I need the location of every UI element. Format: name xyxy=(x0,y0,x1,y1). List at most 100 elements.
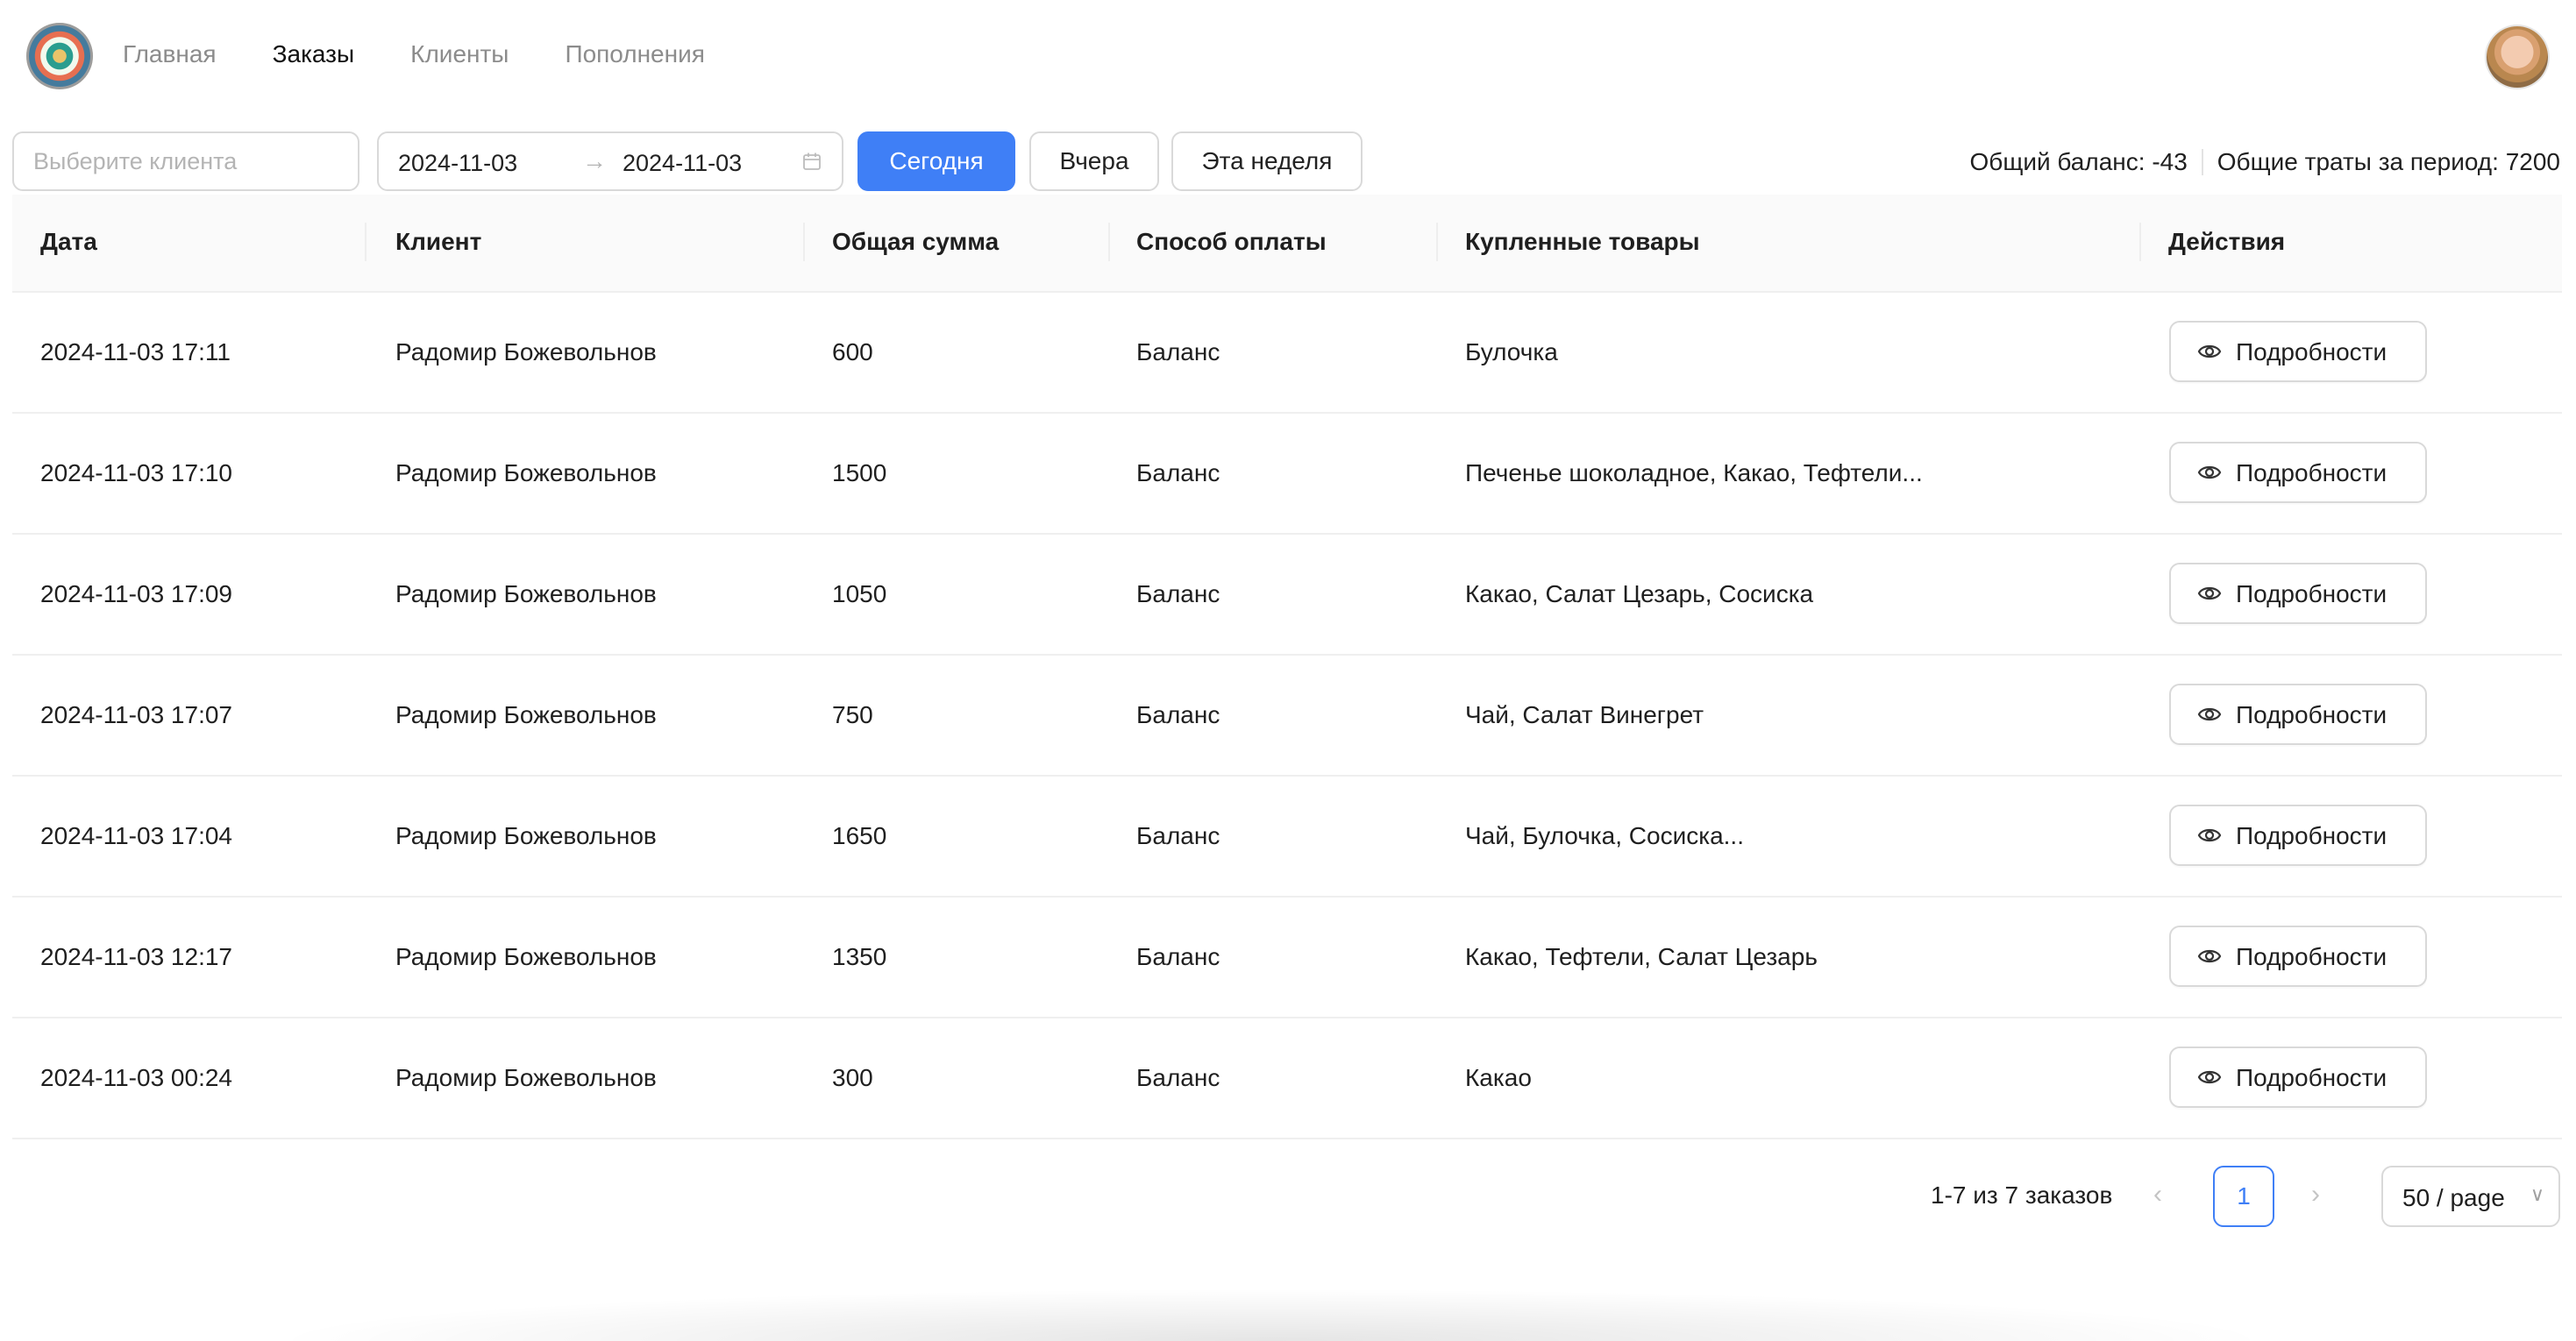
details-button[interactable]: Подробности xyxy=(2169,563,2427,624)
details-button[interactable]: Подробности xyxy=(2169,442,2427,503)
cell-payment: Баланс xyxy=(1136,459,1220,486)
cell-items: Какао, Салат Цезарь, Сосиска xyxy=(1465,580,1814,607)
column-header-client: Клиент xyxy=(395,228,482,255)
today-button[interactable]: Сегодня xyxy=(857,131,1015,191)
calendar-icon[interactable] xyxy=(801,151,822,172)
eye-icon xyxy=(2197,707,2222,721)
details-button[interactable]: Подробности xyxy=(2169,805,2427,866)
pagination-info: 1-7 из 7 заказов xyxy=(1931,1181,2113,1209)
top-navigation: Главная Заказы Клиенты Пополнения xyxy=(0,0,2576,114)
details-button-label: Подробности xyxy=(2236,701,2387,728)
cell-date: 2024-11-03 17:04 xyxy=(40,822,232,849)
total-balance: Общий баланс: -43 xyxy=(1969,148,2188,175)
cell-payment: Баланс xyxy=(1136,338,1220,365)
cell-payment: Баланс xyxy=(1136,1064,1220,1091)
prev-page-icon[interactable]: ‹ xyxy=(2153,1180,2162,1210)
cell-items: Печенье шоколадное, Какао, Тефтели... xyxy=(1465,459,1923,486)
date-to[interactable]: 2024-11-03 xyxy=(623,150,742,177)
details-button-label: Подробности xyxy=(2236,338,2387,365)
column-divider xyxy=(803,223,805,261)
cell-items: Какао xyxy=(1465,1064,1532,1091)
period-spend: Общие траты за период: 7200 xyxy=(2217,148,2560,175)
user-avatar[interactable] xyxy=(2487,26,2548,88)
column-divider xyxy=(2139,223,2141,261)
eye-icon xyxy=(2197,586,2222,600)
column-divider xyxy=(1108,223,1110,261)
cell-date: 2024-11-03 17:10 xyxy=(40,459,232,486)
cell-items: Булочка xyxy=(1465,338,1558,365)
range-arrow-icon: → xyxy=(582,147,607,174)
eye-icon xyxy=(2197,465,2222,479)
nav-item-topups[interactable]: Пополнения xyxy=(565,40,704,68)
cell-total: 750 xyxy=(832,701,873,728)
column-divider xyxy=(365,223,366,261)
column-divider xyxy=(1436,223,1438,261)
cell-client: Радомир Божевольнов xyxy=(395,701,657,728)
details-button[interactable]: Подробности xyxy=(2169,1047,2427,1108)
details-button-label: Подробности xyxy=(2236,459,2387,486)
details-button[interactable]: Подробности xyxy=(2169,926,2427,987)
eye-icon xyxy=(2197,949,2222,963)
table-row: 2024-11-03 00:24 Радомир Божевольнов 300… xyxy=(12,1018,2562,1139)
cell-items: Какао, Тефтели, Салат Цезарь xyxy=(1465,943,1818,970)
logo[interactable] xyxy=(26,23,93,89)
cell-payment: Баланс xyxy=(1136,822,1220,849)
bottom-shadow xyxy=(263,1288,2280,1341)
cell-client: Радомир Божевольнов xyxy=(395,338,657,365)
table-row: 2024-11-03 17:10 Радомир Божевольнов 150… xyxy=(12,414,2562,535)
date-range-picker[interactable]: 2024-11-03 → 2024-11-03 xyxy=(377,131,843,191)
yesterday-button[interactable]: Вчера xyxy=(1029,131,1159,191)
this-week-button[interactable]: Эта неделя xyxy=(1171,131,1363,191)
details-button-label: Подробности xyxy=(2236,822,2387,849)
cell-client: Радомир Божевольнов xyxy=(395,822,657,849)
table-row: 2024-11-03 17:09 Радомир Божевольнов 105… xyxy=(12,535,2562,656)
cell-total: 1500 xyxy=(832,459,887,486)
nav-item-orders[interactable]: Заказы xyxy=(273,40,355,68)
cell-payment: Баланс xyxy=(1136,580,1220,607)
column-header-items: Купленные товары xyxy=(1465,228,1700,255)
details-button[interactable]: Подробности xyxy=(2169,684,2427,745)
eye-icon xyxy=(2197,344,2222,358)
summary-divider xyxy=(2201,149,2203,175)
eye-icon xyxy=(2197,828,2222,842)
table-header: Дата Клиент Общая сумма Способ оплаты Ку… xyxy=(12,195,2562,293)
cell-total: 300 xyxy=(832,1064,873,1091)
cell-payment: Баланс xyxy=(1136,943,1220,970)
cell-total: 1650 xyxy=(832,822,887,849)
chevron-down-icon: ∨ xyxy=(2530,1183,2544,1205)
page-size-select[interactable]: 50 / page ∨ xyxy=(2381,1166,2560,1227)
table-row: 2024-11-03 17:04 Радомир Божевольнов 165… xyxy=(12,777,2562,898)
cell-date: 2024-11-03 17:11 xyxy=(40,338,231,365)
table-row: 2024-11-03 17:11 Радомир Божевольнов 600… xyxy=(12,293,2562,414)
table-row: 2024-11-03 17:07 Радомир Божевольнов 750… xyxy=(12,656,2562,777)
cell-client: Радомир Божевольнов xyxy=(395,943,657,970)
cell-total: 1050 xyxy=(832,580,887,607)
client-select-input[interactable] xyxy=(12,131,359,191)
column-header-date: Дата xyxy=(40,228,97,255)
table-row: 2024-11-03 12:17 Радомир Божевольнов 135… xyxy=(12,898,2562,1018)
cell-client: Радомир Божевольнов xyxy=(395,1064,657,1091)
cell-total: 1350 xyxy=(832,943,887,970)
next-page-icon[interactable]: › xyxy=(2311,1180,2320,1210)
cell-client: Радомир Божевольнов xyxy=(395,580,657,607)
cell-date: 2024-11-03 17:09 xyxy=(40,580,232,607)
page-number-button[interactable]: 1 xyxy=(2213,1166,2274,1227)
details-button[interactable]: Подробности xyxy=(2169,321,2427,382)
cell-date: 2024-11-03 12:17 xyxy=(40,943,232,970)
details-button-label: Подробности xyxy=(2236,1064,2387,1091)
main-nav: Главная Заказы Клиенты Пополнения xyxy=(123,40,705,68)
date-from[interactable]: 2024-11-03 xyxy=(398,150,517,177)
nav-item-clients[interactable]: Клиенты xyxy=(410,40,509,68)
column-header-total: Общая сумма xyxy=(832,228,1000,255)
column-header-actions: Действия xyxy=(2168,228,2286,255)
pagination: 1-7 из 7 заказов ‹ 1 › 50 / page ∨ xyxy=(0,1166,2576,1229)
cell-date: 2024-11-03 17:07 xyxy=(40,701,232,728)
cell-items: Чай, Салат Винегрет xyxy=(1465,701,1704,728)
cell-date: 2024-11-03 00:24 xyxy=(40,1064,232,1091)
eye-icon xyxy=(2197,1070,2222,1084)
cell-payment: Баланс xyxy=(1136,701,1220,728)
page-size-value: 50 / page xyxy=(2402,1184,2505,1211)
details-button-label: Подробности xyxy=(2236,580,2387,607)
cell-total: 600 xyxy=(832,338,873,365)
nav-item-home[interactable]: Главная xyxy=(123,40,217,68)
